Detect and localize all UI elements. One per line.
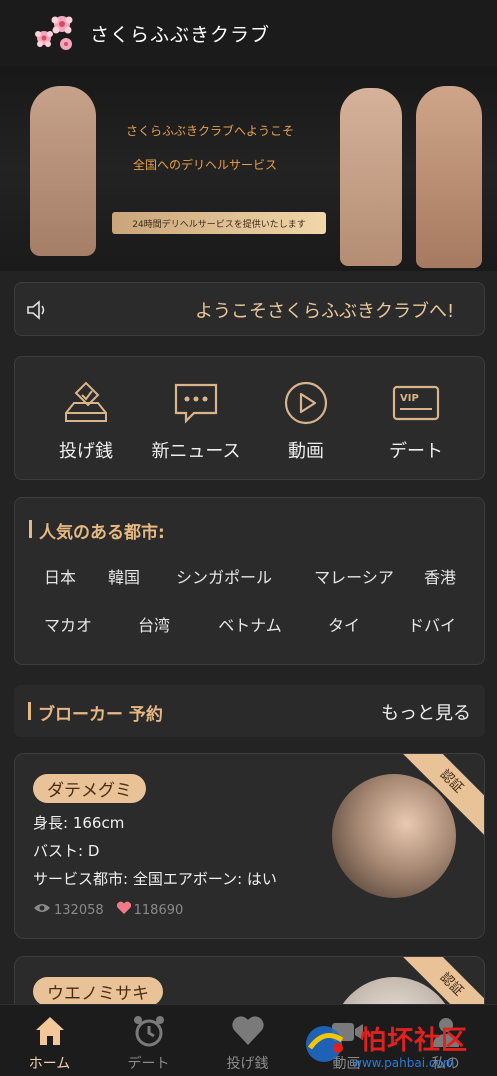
site-watermark: 怕坏社区 www.pahbai.com bbox=[298, 1018, 497, 1076]
heart-icon bbox=[116, 901, 132, 919]
promo-banner[interactable]: さくらふぶきクラブへようこそ 全国へのデリヘルサービス 24時間デリヘルサービス… bbox=[0, 66, 497, 271]
app-root: さくらふぶきクラブ さくらふぶきクラブへようこそ 全国へのデリヘルサービス 24… bbox=[0, 0, 497, 1076]
notice-bar[interactable]: ようこそさくらふぶきクラブへ! bbox=[14, 282, 485, 336]
view-count: 132058 bbox=[54, 902, 104, 918]
quick-item-date[interactable]: VIP デート bbox=[361, 379, 471, 463]
message-icon bbox=[172, 379, 220, 427]
app-header: さくらふぶきクラブ bbox=[0, 0, 497, 66]
broker-card[interactable]: ダテメグミ 身長: 166cm バスト: D サービス都市: 全国エアボーン: … bbox=[14, 753, 485, 939]
city-item[interactable]: ドバイ bbox=[385, 612, 479, 636]
broker-name-tag: ダテメグミ bbox=[33, 774, 146, 803]
broker-service-city: サービス都市: 全国エアボーン: はい bbox=[33, 870, 277, 888]
app-title: さくらふぶきクラブ bbox=[90, 23, 271, 46]
broker-section-title: ブローカー 予約 bbox=[28, 700, 163, 725]
quick-label: デート bbox=[389, 441, 443, 462]
banner-service-text: 全国へのデリヘルサービス bbox=[133, 158, 278, 172]
eye-icon bbox=[33, 902, 51, 918]
broker-section-header: ブローカー 予約 もっと見る bbox=[14, 685, 485, 737]
speaker-icon bbox=[25, 299, 49, 321]
ballot-box-icon bbox=[62, 379, 110, 427]
quick-item-video[interactable]: 動画 bbox=[251, 379, 361, 463]
city-item[interactable]: タイ bbox=[297, 612, 391, 636]
tab-label: ホーム bbox=[28, 1056, 71, 1072]
popular-cities-panel: 人気のある都市: 日本 韓国 シンガポール マレーシア 香港 マカオ 台湾 ベト… bbox=[14, 497, 485, 665]
quick-label: 動画 bbox=[288, 441, 324, 462]
svg-text:VIP: VIP bbox=[400, 393, 419, 404]
tab-home[interactable]: ホーム bbox=[0, 1013, 99, 1073]
banner-model-right bbox=[416, 86, 482, 268]
banner-pill: 24時間デリヘルサービスを提供いたします bbox=[112, 212, 326, 234]
home-icon bbox=[32, 1013, 68, 1049]
notice-marquee-text: ようこそさくらふぶきクラブへ! bbox=[195, 301, 455, 322]
banner-model-center bbox=[340, 88, 402, 266]
quick-menu: 投げ銭 新ニュース 動画 VIP デート bbox=[14, 356, 485, 480]
tab-label: 投げ銭 bbox=[226, 1056, 269, 1072]
broker-name-tag: ウエノミサキ bbox=[33, 977, 163, 1006]
city-item[interactable]: マカオ bbox=[21, 612, 115, 636]
tab-date[interactable]: デート bbox=[99, 1013, 198, 1073]
broker-stats: 132058 118690 bbox=[33, 901, 183, 919]
cities-title: 人気のある都市: bbox=[29, 518, 165, 543]
see-more-link[interactable]: もっと見る bbox=[381, 699, 471, 725]
quick-label: 投げ銭 bbox=[59, 441, 113, 462]
banner-model-left bbox=[30, 86, 96, 256]
sakura-logo-icon bbox=[28, 10, 80, 56]
broker-height: 身長: 166cm bbox=[33, 814, 125, 832]
broker-avatar bbox=[332, 774, 456, 898]
heart-icon bbox=[230, 1013, 266, 1049]
city-item[interactable]: ベトナム bbox=[203, 612, 297, 636]
watermark-text: 怕坏社区 bbox=[360, 1026, 469, 1056]
quick-item-news[interactable]: 新ニュース bbox=[141, 379, 251, 463]
like-count: 118690 bbox=[133, 902, 184, 918]
tab-tip[interactable]: 投げ銭 bbox=[198, 1013, 297, 1073]
tab-label: デート bbox=[127, 1056, 170, 1072]
banner-welcome-text: さくらふぶきクラブへようこそ bbox=[126, 124, 295, 138]
city-item[interactable]: 台湾 bbox=[107, 612, 201, 636]
quick-label: 新ニュース bbox=[151, 441, 241, 462]
watermark-url: www.pahbai.com bbox=[352, 1056, 455, 1070]
play-icon bbox=[282, 379, 330, 427]
quick-item-tip[interactable]: 投げ銭 bbox=[31, 379, 141, 463]
vip-card-icon: VIP bbox=[392, 379, 440, 427]
city-item[interactable]: 香港 bbox=[393, 564, 487, 588]
city-item[interactable]: シンガポール bbox=[149, 564, 299, 588]
alarm-clock-icon bbox=[131, 1013, 167, 1049]
broker-bust: バスト: D bbox=[33, 842, 100, 860]
